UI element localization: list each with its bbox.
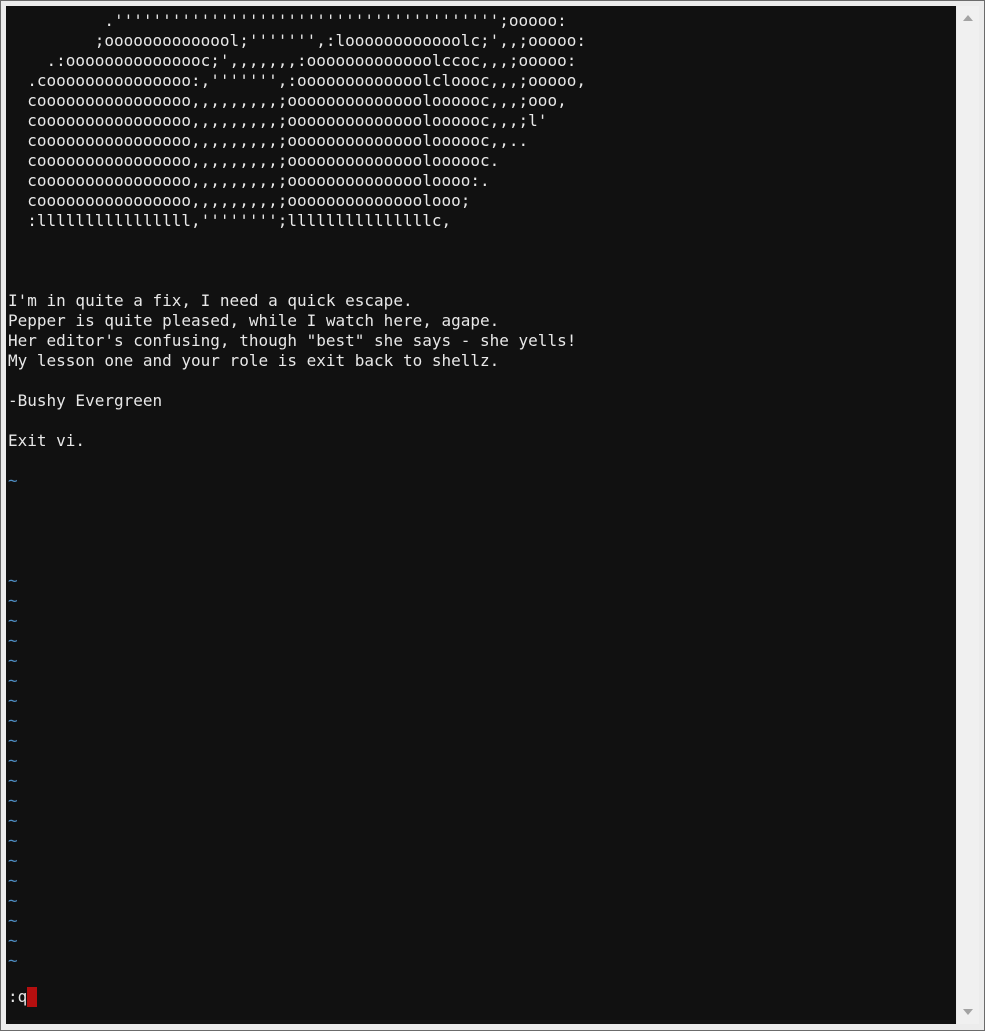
text-cursor [27, 987, 38, 1007]
arrow-down-icon[interactable] [963, 1009, 973, 1015]
ascii-art-line: :llllllllllllllll,'''''''';lllllllllllll… [8, 211, 452, 230]
poem-line: I'm in quite a fix, I need a quick escap… [8, 291, 413, 310]
ascii-art-line: .cooooooooooooooo:,''''''',:oooooooooooo… [8, 71, 586, 90]
command-line[interactable]: :q [8, 987, 38, 1007]
editor-buffer: .'''''''''''''''''''''''''''''''''''''''… [8, 11, 586, 971]
empty-line-tilde: ~ [8, 591, 18, 610]
empty-line-tilde: ~ [8, 651, 18, 670]
empty-line-tilde: ~ [8, 671, 18, 690]
empty-line-tilde: ~ [8, 611, 18, 630]
signature-line: -Bushy Evergreen [8, 391, 163, 410]
ascii-art-line: .'''''''''''''''''''''''''''''''''''''''… [8, 11, 567, 30]
ascii-art-line: coooooooooooooooo,,,,,,,,,;ooooooooooooo… [8, 151, 500, 170]
terminal-window: .'''''''''''''''''''''''''''''''''''''''… [0, 0, 985, 1031]
arrow-up-icon[interactable] [963, 15, 973, 21]
empty-line-tilde: ~ [8, 891, 18, 910]
ascii-art-line: ;oooooooooooool;''''''',:loooooooooooolc… [8, 31, 586, 50]
vi-editor-screen[interactable]: .'''''''''''''''''''''''''''''''''''''''… [6, 6, 956, 1024]
empty-line-tilde: ~ [8, 871, 18, 890]
ascii-art-line: coooooooooooooooo,,,,,,,,,;ooooooooooooo… [8, 171, 490, 190]
instruction-line: Exit vi. [8, 431, 86, 450]
empty-line-tilde: ~ [8, 631, 18, 650]
command-text: :q [8, 987, 28, 1006]
empty-line-tilde: ~ [8, 951, 18, 970]
poem-line: Her editor's confusing, though "best" sh… [8, 331, 577, 350]
empty-line-tilde: ~ [8, 791, 18, 810]
empty-line-tilde: ~ [8, 471, 18, 490]
ascii-art-line: coooooooooooooooo,,,,,,,,,;ooooooooooooo… [8, 91, 567, 110]
ascii-art-line: .:ooooooooooooooc;',,,,,,,:ooooooooooooo… [8, 51, 577, 70]
empty-line-tilde: ~ [8, 811, 18, 830]
empty-line-tilde: ~ [8, 711, 18, 730]
ascii-art-line: coooooooooooooooo,,,,,,,,,;ooooooooooooo… [8, 111, 548, 130]
empty-line-tilde: ~ [8, 691, 18, 710]
empty-line-tilde: ~ [8, 931, 18, 950]
poem-line: Pepper is quite pleased, while I watch h… [8, 311, 500, 330]
empty-line-tilde: ~ [8, 731, 18, 750]
empty-line-tilde: ~ [8, 831, 18, 850]
vertical-scrollbar[interactable] [957, 6, 979, 1024]
poem-line: My lesson one and your role is exit back… [8, 351, 500, 370]
empty-line-tilde: ~ [8, 571, 18, 590]
empty-line-tilde: ~ [8, 911, 18, 930]
ascii-art-line: coooooooooooooooo,,,,,,,,,;ooooooooooooo… [8, 191, 471, 210]
empty-line-tilde: ~ [8, 851, 18, 870]
empty-line-tilde: ~ [8, 771, 18, 790]
ascii-art-line: coooooooooooooooo,,,,,,,,,;ooooooooooooo… [8, 131, 529, 150]
empty-line-tilde: ~ [8, 751, 18, 770]
